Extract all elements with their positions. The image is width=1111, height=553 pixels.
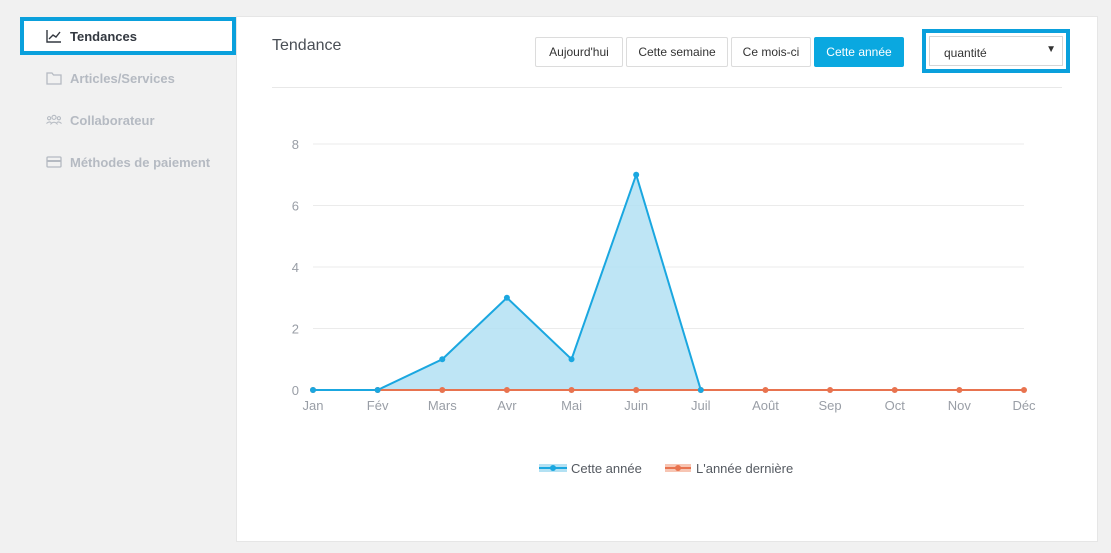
legend-marker-annee-derniere (675, 465, 681, 471)
x-tick-label: Août (752, 398, 779, 413)
y-tick-label: 6 (292, 199, 299, 214)
users-icon (46, 114, 62, 125)
legend-marker-cette-annee (550, 465, 556, 471)
sidebar-item-collaborateur[interactable]: Collaborateur (20, 101, 236, 139)
point-annee-derniere (956, 387, 963, 393)
point-annee-derniere (762, 387, 769, 393)
point-cette-annee (439, 356, 446, 363)
x-tick-label: Juin (624, 398, 648, 413)
legend-label-cette-annee: Cette année (571, 461, 642, 476)
x-tick-label: Sep (819, 398, 842, 413)
point-cette-annee (697, 387, 704, 393)
y-tick-label: 4 (292, 260, 299, 275)
point-annee-derniere (503, 387, 510, 393)
x-tick-label: Oct (885, 398, 906, 413)
point-annee-derniere (568, 387, 575, 393)
x-tick-label: Jan (303, 398, 324, 413)
x-tick-label: Nov (948, 398, 972, 413)
point-cette-annee (503, 294, 510, 301)
x-tick-label: Fév (367, 398, 389, 413)
trend-chart-icon (46, 30, 61, 43)
point-annee-derniere (439, 387, 446, 393)
sidebar-item-articles-services[interactable]: Articles/Services (20, 59, 236, 97)
point-cette-annee (310, 387, 316, 393)
x-tick-label: Mai (561, 398, 582, 413)
trend-panel: Tendance Aujourd'hui Cette semaine Ce mo… (236, 16, 1098, 542)
series-cette-annee-area (313, 174, 701, 390)
sidebar-item-methodes-de-paiement[interactable]: Méthodes de paiement (20, 143, 236, 181)
point-annee-derniere (827, 387, 834, 393)
folder-icon (46, 72, 62, 85)
point-cette-annee (568, 356, 575, 363)
sidebar-item-tendances[interactable]: Tendances (20, 17, 236, 55)
x-tick-label: Déc (1012, 398, 1036, 413)
x-tick-label: Mars (428, 398, 457, 413)
y-tick-label: 8 (292, 137, 299, 152)
sidebar-item-label: Tendances (70, 28, 137, 44)
sidebar-item-label: Collaborateur (70, 112, 155, 128)
y-tick-label: 2 (292, 322, 299, 337)
point-annee-derniere (633, 387, 640, 393)
y-tick-label: 0 (292, 383, 299, 398)
sidebar-item-label: Articles/Services (70, 70, 175, 86)
legend-label-annee-derniere: L'année dernière (696, 461, 793, 476)
x-tick-label: Avr (497, 398, 517, 413)
credit-card-icon (46, 156, 62, 168)
point-annee-derniere (1021, 387, 1027, 393)
x-tick-label: Juil (691, 398, 711, 413)
point-cette-annee (633, 171, 640, 178)
sidebar: Tendances Articles/Services Collaborateu… (0, 0, 236, 553)
trend-chart: Jan Fév Mars Avr Mai Juin Juil Août Sep Oct Nov Déc… (292, 137, 1036, 476)
sidebar-item-label: Méthodes de paiement (70, 154, 211, 170)
point-annee-derniere (891, 387, 898, 393)
point-cette-annee (374, 387, 381, 393)
